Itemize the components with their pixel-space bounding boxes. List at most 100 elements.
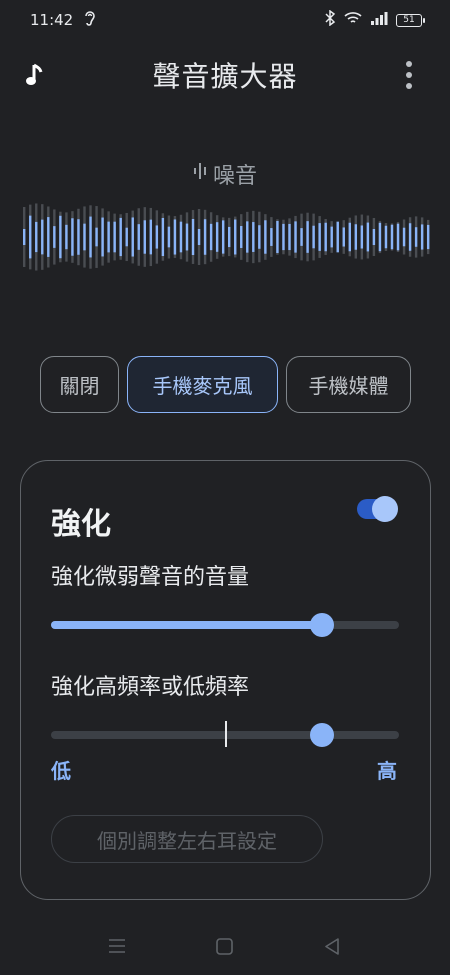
waveform-bar [191,218,195,256]
waveform-bar [131,217,134,257]
waveform-bar [390,224,394,250]
waveform-bar [306,221,309,253]
waveform-bar [300,228,303,246]
noise-label: 噪音 [212,164,257,189]
waveform-bar [161,217,165,257]
waveform-bar [228,226,231,248]
waveform-bar [185,223,189,251]
waveform-bar [167,226,171,248]
waveform-bar [396,223,400,251]
waveform-bar [77,219,80,255]
waveform-bar [35,221,38,253]
volume-slider[interactable] [51,613,399,637]
waveform-bar [384,225,388,249]
waveform-bar [137,224,140,250]
bluetooth-icon [324,9,336,30]
waveform-bar [414,227,418,247]
waveform-bar [41,219,44,255]
battery-icon: 51 [396,13,425,27]
waveform-bar [318,223,321,251]
noise-indicator: 噪音 [0,158,450,190]
waveform-bar [179,221,183,253]
waveform-bar [47,217,50,257]
status-time: 11:42 [30,11,74,29]
frequency-label: 強化高頻率或低頻率 [51,675,250,700]
waveform-bar [252,222,255,252]
waveform-bar [113,221,116,253]
waveform-bar [155,225,159,249]
waveform-bar [354,224,358,250]
waveform-bar [282,223,285,251]
enhance-title: 強化 [51,507,111,542]
waveform-bar [240,226,243,248]
volume-slider-thumb[interactable] [310,613,335,637]
waveform-bar [288,223,291,251]
waveform-bar [23,229,26,245]
recents-menu-icon[interactable] [108,938,126,954]
home-icon[interactable] [216,938,233,955]
app-bar: 聲音擴大器 [0,52,450,98]
waveform-bar [420,224,424,250]
waveform-bar [29,215,32,259]
frequency-slider-thumb[interactable] [310,723,335,747]
waveform-bar [258,225,261,249]
wifi-icon [344,11,362,29]
waveform-bar [270,228,273,246]
signal-icon [370,11,388,29]
frequency-slider[interactable] [51,721,399,747]
waveform-bar [89,216,92,258]
frequency-low-label: 低 [51,759,71,783]
waveform-bar [426,224,430,250]
waveform-bar [59,215,62,259]
waveform-bar [149,219,153,255]
waveform-bar [197,228,201,246]
waveform-bar [101,217,104,257]
volume-label: 強化微弱聲音的音量 [51,565,250,590]
waveform-bar [408,223,412,251]
waveform-bar [119,217,122,257]
waveform-bar [95,227,98,247]
audio-waveform [23,203,430,271]
waveform-bar [203,219,207,255]
frequency-high-label: 高 [377,759,397,783]
waveform-bar [173,219,177,255]
waveform-bar [221,220,225,254]
waveform-bar [294,221,297,253]
page-title: 聲音擴大器 [152,60,298,93]
waveform-bar [143,220,146,254]
toggle-knob [372,496,398,522]
waveform-bar [402,227,406,247]
enhance-toggle[interactable] [357,496,398,522]
system-nav-bar [0,920,450,975]
waveform-bar [360,225,364,249]
audio-level-icon [193,161,207,187]
waveform-bar [366,222,370,252]
waveform-bar [234,219,237,255]
volume-slider-fill [51,621,323,629]
back-icon[interactable] [324,938,340,955]
mode-selector: 關閉 手機麥克風 手機媒體 [40,356,411,413]
waveform-bar [209,223,213,251]
mode-phone-mic-button[interactable]: 手機麥克風 [127,356,278,413]
waveform-bar [71,218,74,256]
waveform-bar [342,227,345,247]
waveform-bar [378,222,382,252]
waveform-bar [312,225,315,249]
waveform-bar [83,223,86,251]
status-bar: 11:42 51 [0,0,450,40]
waveform-bar [125,227,128,247]
waveform-bar [246,221,249,253]
mode-off-button[interactable]: 關閉 [40,356,119,413]
waveform-bar [53,226,56,248]
separate-ear-settings-button[interactable]: 個別調整左右耳設定 [51,815,323,863]
mode-phone-media-button[interactable]: 手機媒體 [286,356,411,413]
waveform-bar [276,221,279,253]
more-options-icon[interactable] [404,60,414,90]
frequency-center-mark [225,721,227,747]
waveform-bar [348,222,351,252]
waveform-bar [336,221,339,253]
hearing-icon [83,10,97,30]
waveform-bar [372,228,376,246]
waveform-bar [107,221,110,253]
waveform-bar [215,222,219,252]
